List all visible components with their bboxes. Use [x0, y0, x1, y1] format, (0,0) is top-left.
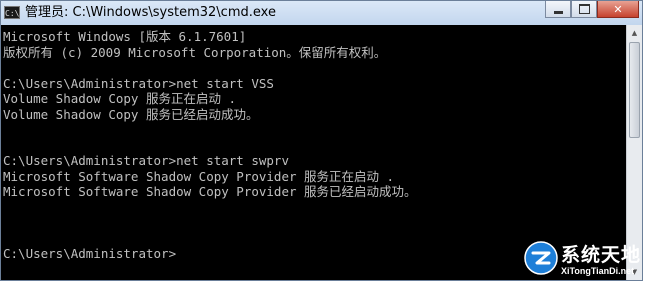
console-line: C:\Users\Administrator> [3, 246, 177, 261]
cmd-icon[interactable]: C:\ [4, 6, 20, 19]
close-button[interactable]: ✕ [597, 1, 639, 18]
watermark-url: XiTongTianDi.net [561, 266, 635, 276]
window-title: 管理员: C:\Windows\system32\cmd.exe [25, 5, 276, 20]
maximize-icon [578, 4, 590, 14]
title-bar[interactable]: C:\ 管理员: C:\Windows\system32\cmd.exe ✕ [1, 1, 642, 25]
console-line: Volume Shadow Copy 服务正在启动 . [3, 91, 237, 106]
scroll-up-arrow-icon[interactable]: ▲ [627, 25, 642, 41]
caption-buttons: ✕ [545, 1, 639, 19]
console-line: Microsoft Software Shadow Copy Provider … [3, 168, 395, 184]
console-line: Microsoft Software Shadow Copy Provider … [3, 184, 417, 199]
scroll-thumb[interactable] [629, 42, 640, 138]
watermark-title: 系统天地 [561, 244, 642, 266]
console-line: 版权所有 (c) 2009 Microsoft Corporation。保留所有… [3, 44, 387, 60]
console-line: C:\Users\Administrator>net start swprv [3, 153, 289, 168]
maximize-button[interactable] [571, 1, 597, 18]
minimize-button[interactable] [545, 1, 571, 18]
console-line: Microsoft Windows [版本 6.1.7601] [3, 29, 247, 44]
watermark: 系统天地 XiTongTianDi.net [524, 239, 644, 283]
console-line: Volume Shadow Copy 服务已经启动成功。 [3, 106, 259, 122]
console-line: C:\Users\Administrator>net start VSS [3, 75, 274, 91]
xitongtiandi-logo-icon [524, 241, 558, 275]
minimize-icon [553, 10, 563, 14]
console-text: Microsoft Windows [版本 6.1.7601] 版权所有 (c) … [3, 29, 417, 262]
